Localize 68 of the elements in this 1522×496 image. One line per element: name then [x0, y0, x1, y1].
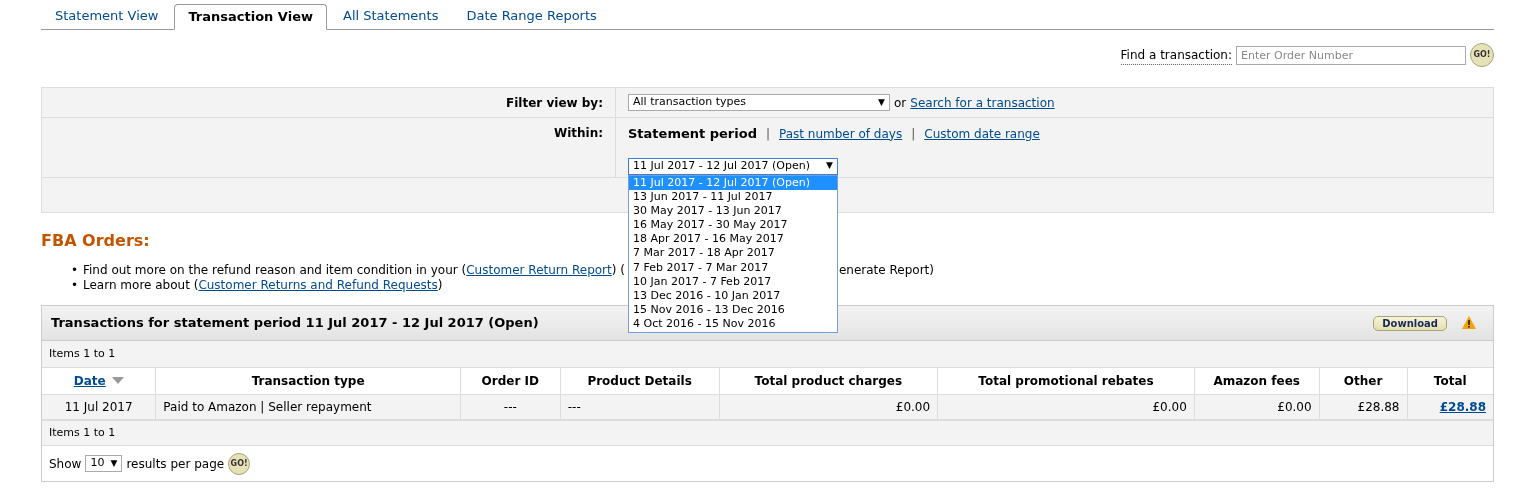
- column-header: Total promotional rebates: [937, 368, 1195, 394]
- column-header: Transaction type: [155, 368, 461, 394]
- go-button[interactable]: GO!: [1470, 43, 1494, 67]
- dropdown-option[interactable]: 7 Mar 2017 - 18 Apr 2017: [629, 246, 837, 261]
- dropdown-arrow-icon: ▼: [878, 95, 885, 110]
- or-text: or: [894, 94, 907, 112]
- report-link[interactable]: Customer Returns and Refund Requests: [198, 278, 438, 292]
- filter-label: Filter view by:: [506, 94, 603, 112]
- bullet-marker: •: [71, 263, 80, 278]
- within-label: Within:: [553, 125, 603, 142]
- items-count: Items 1 to 1: [49, 424, 116, 441]
- table-cell: £0.00: [1194, 394, 1320, 419]
- transaction-type-select[interactable]: All transaction types ▼: [628, 94, 890, 111]
- separator: |: [911, 125, 916, 143]
- table-cell: 11 Jul 2017: [42, 394, 156, 419]
- separator: |: [765, 125, 770, 143]
- dropdown-option[interactable]: 30 May 2017 - 13 Jun 2017: [629, 203, 837, 219]
- period-option-link[interactable]: Custom date range: [924, 124, 1040, 143]
- dropdown-option[interactable]: 7 Feb 2017 - 7 Mar 2017: [629, 260, 837, 275]
- column-header: Product Details: [560, 368, 719, 394]
- results-per-page-label: results per page: [126, 455, 225, 473]
- tab[interactable]: Transaction View: [174, 4, 327, 30]
- dropdown-arrow-icon: ▼: [826, 159, 833, 173]
- bullet-text: Learn more about (Customer Returns and Refund Requests): [83, 278, 443, 292]
- dropdown-option[interactable]: 13 Jun 2017 - 11 Jul 2017: [629, 189, 837, 204]
- tab[interactable]: All Statements: [329, 3, 453, 29]
- column-header: Total product charges: [719, 368, 938, 394]
- dropdown-option[interactable]: 18 Apr 2017 - 16 May 2017: [629, 232, 837, 247]
- find-label: Find a transaction:: [1120, 45, 1232, 65]
- column-header: Order ID: [460, 368, 561, 394]
- dropdown-option[interactable]: 16 May 2017 - 30 May 2017: [629, 218, 837, 233]
- table-cell: £0.00: [937, 394, 1195, 419]
- panel-title: Transactions for statement period 11 Jul 2017 - 12 Jul 2017 (Open): [51, 314, 539, 333]
- bullet-marker: •: [71, 278, 80, 293]
- per-page-select[interactable]: 10 ▼: [85, 455, 123, 472]
- bullet-text: Find out more on the refund reason and item condition in your (Customer Return Report) (: [83, 263, 625, 277]
- fba-heading: FBA Orders:: [41, 230, 150, 252]
- show-label: Show: [49, 455, 82, 473]
- table-cell: £28.88: [1319, 394, 1407, 419]
- items-count: Items 1 to 1: [49, 345, 116, 362]
- table-cell: £0.00: [719, 394, 938, 419]
- dropdown-arrow-icon: ▼: [110, 456, 118, 471]
- dropdown-option[interactable]: 4 Oct 2016 - 15 Nov 2016: [629, 317, 837, 332]
- order-number-field[interactable]: Enter Order Number: [1236, 45, 1466, 65]
- column-header: Other: [1319, 368, 1407, 394]
- table-cell: ---: [460, 394, 561, 419]
- dropdown-option[interactable]: 10 Jan 2017 - 7 Feb 2017: [629, 274, 837, 289]
- search-link[interactable]: Search for a transaction: [910, 93, 1055, 112]
- column-header[interactable]: Date: [42, 368, 156, 394]
- table-cell: Paid to Amazon | Seller repayment: [155, 394, 461, 419]
- report-link[interactable]: Customer Return Report: [466, 263, 612, 277]
- table-cell: ---: [560, 394, 719, 419]
- dropdown-option[interactable]: 15 Nov 2016 - 13 Dec 2016: [629, 303, 837, 318]
- total-link[interactable]: £28.88: [1439, 399, 1486, 414]
- tab[interactable]: Statement View: [41, 3, 173, 29]
- column-header: Total: [1407, 368, 1493, 394]
- warning-icon[interactable]: [1461, 315, 1477, 331]
- period-option-link[interactable]: Past number of days: [779, 124, 903, 143]
- dropdown-option[interactable]: 13 Dec 2016 - 10 Jan 2017: [629, 289, 837, 304]
- sort-link[interactable]: Date: [73, 371, 106, 390]
- bullet-text: enerate Report): [838, 263, 934, 277]
- column-header: Amazon fees: [1194, 368, 1320, 394]
- go-button[interactable]: GO!: [228, 452, 251, 475]
- period-select[interactable]: 11 Jul 2017 - 12 Jul 2017 (Open) ▼: [628, 157, 838, 175]
- tab[interactable]: Date Range Reports: [452, 3, 611, 29]
- selected-period-option[interactable]: Statement period: [628, 124, 757, 144]
- sort-down-icon: [111, 377, 124, 385]
- download-button[interactable]: Download: [1373, 315, 1447, 331]
